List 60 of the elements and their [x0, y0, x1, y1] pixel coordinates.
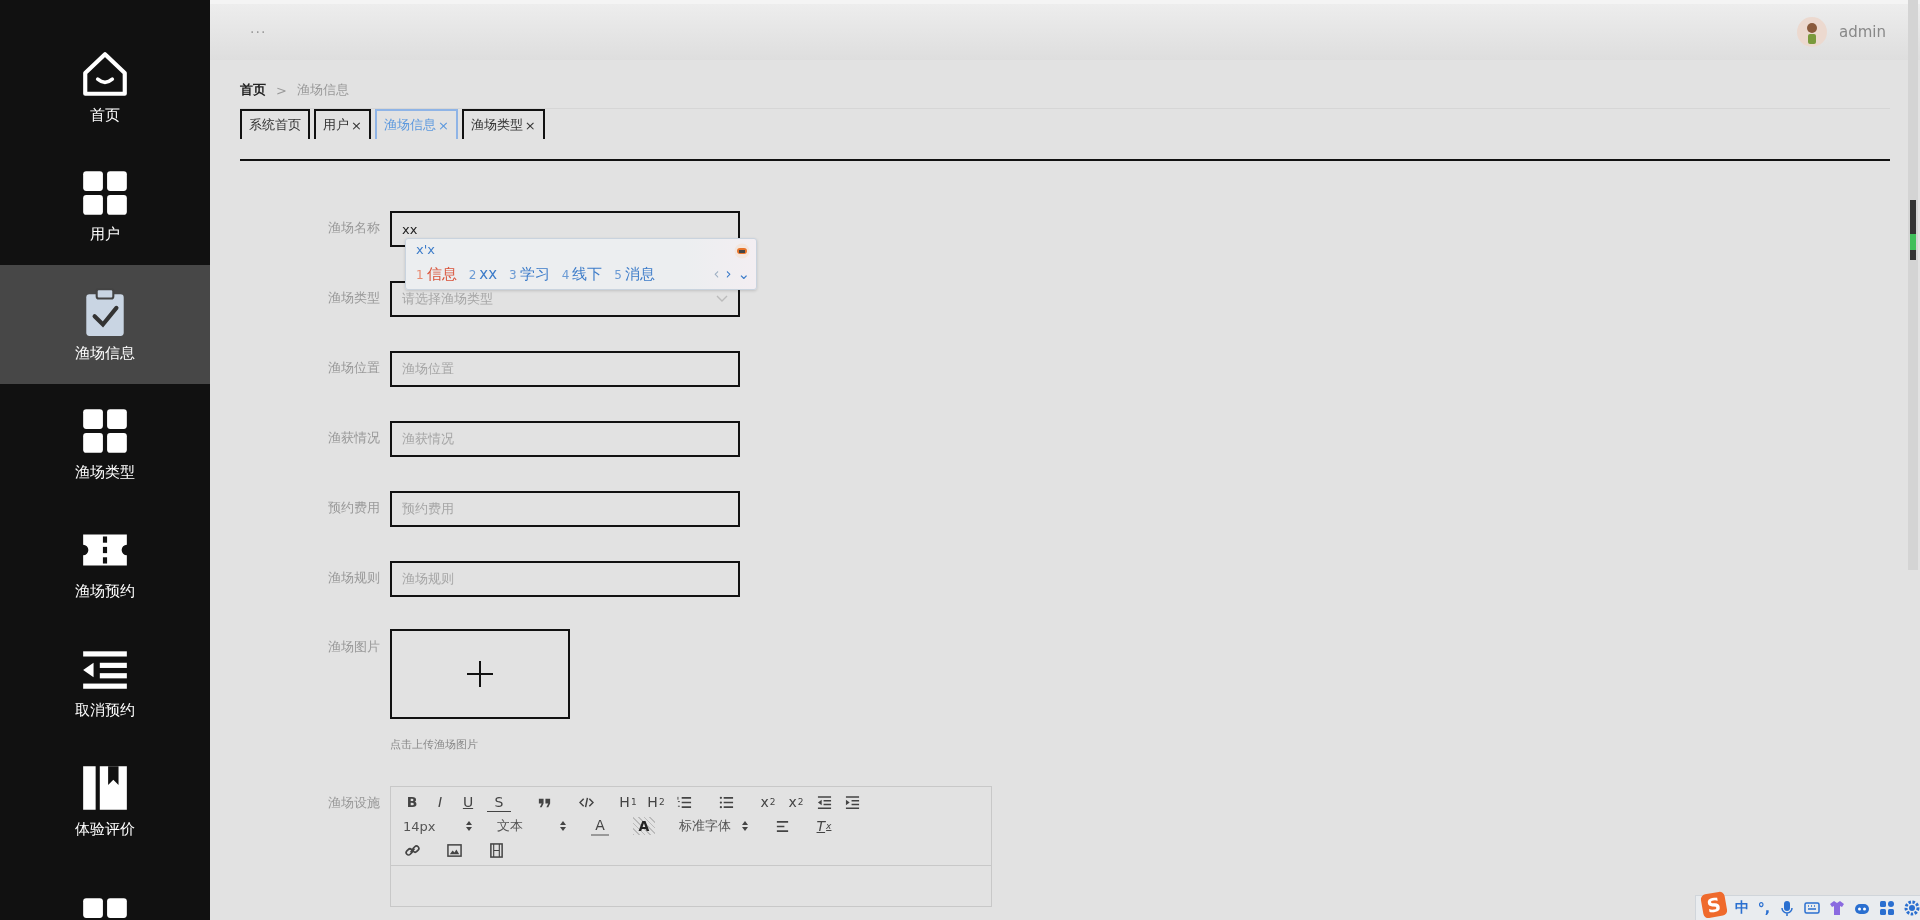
sidebar-item[interactable]: 首页 [0, 27, 210, 146]
breadcrumb-link[interactable]: 首页 [240, 81, 266, 99]
next-page-button[interactable]: › [725, 265, 732, 283]
field-label: 渔场类型 [327, 289, 380, 307]
field-label: 渔获情况 [327, 429, 380, 447]
video-icon[interactable] [487, 841, 505, 859]
grid-icon[interactable] [1879, 900, 1895, 916]
strikethrough-button[interactable]: S [487, 792, 511, 812]
sidebar-item[interactable]: 体验评价 [0, 741, 210, 860]
sidebar-item[interactable]: 渔场类型 [0, 384, 210, 503]
dropdown[interactable]: 14px [403, 817, 473, 835]
mascot-icon [734, 243, 750, 259]
upload-hint: 点击上传渔场图片 [390, 737, 479, 752]
dropdown[interactable]: 文本 [497, 817, 567, 835]
field-label: 渔场名称 [327, 219, 380, 237]
tab[interactable]: 系统首页 [240, 109, 310, 139]
image-icon[interactable] [445, 841, 463, 859]
ime-candidate[interactable]: 4 线下 [561, 265, 603, 284]
close-icon[interactable]: × [524, 117, 536, 133]
sidebar-item[interactable]: 渔场信息 [0, 265, 210, 384]
ime-candidate[interactable]: 3 学习 [509, 265, 550, 284]
input-mode-button[interactable]: 中 [1734, 899, 1749, 917]
tab[interactable]: 渔场类型× [461, 109, 545, 139]
settings-icon[interactable] [1904, 900, 1920, 916]
field-label: 渔场图片 [327, 638, 380, 656]
breadcrumb-separator: > [276, 82, 287, 98]
tab[interactable]: 用户× [314, 109, 371, 139]
sort-arrows-icon [559, 820, 567, 832]
sidebar-item[interactable]: 渔场预约 [0, 503, 210, 622]
outdent-icon[interactable] [815, 793, 833, 811]
bold-button[interactable]: B [403, 793, 421, 811]
text-color-button[interactable]: A [591, 816, 609, 836]
scrollbar[interactable] [1908, 0, 1918, 570]
sort-arrows-icon [741, 820, 749, 832]
chevron-down-icon [716, 295, 728, 303]
field-label: 渔场设施 [327, 794, 380, 812]
indent-icon[interactable] [843, 793, 861, 811]
avatar-icon[interactable] [1797, 17, 1827, 47]
shirt-icon[interactable] [1829, 900, 1845, 916]
field-label: 预约费用 [327, 499, 380, 517]
ime-candidate[interactable]: 1 信息 [416, 265, 457, 284]
microphone-icon[interactable] [1779, 900, 1795, 916]
plus-icon [466, 660, 494, 688]
italic-button[interactable]: I [431, 793, 449, 811]
script-button[interactable]: x$^{2}$ [787, 793, 805, 811]
sort-arrows-icon [465, 820, 473, 832]
punctuation-button[interactable]: °, [1757, 900, 1770, 916]
keyboard-icon[interactable] [1804, 900, 1820, 916]
dropdown[interactable]: 标准字体 [679, 817, 749, 835]
upload-box[interactable] [390, 629, 570, 719]
background-color-button[interactable]: A [633, 817, 655, 835]
ime-candidate[interactable]: 2 xx [468, 265, 498, 284]
underline-button[interactable]: U [459, 793, 477, 811]
field-label: 渔场位置 [327, 359, 380, 377]
close-icon[interactable]: × [351, 117, 362, 133]
sidebar-item[interactable]: 取消预约 [0, 622, 210, 741]
sidebar-item[interactable]: 用户 [0, 146, 210, 265]
expand-button[interactable]: ⌄ [737, 265, 750, 283]
field-label: 渔场规则 [327, 569, 380, 587]
ime-candidate[interactable]: 5 消息 [614, 265, 655, 284]
